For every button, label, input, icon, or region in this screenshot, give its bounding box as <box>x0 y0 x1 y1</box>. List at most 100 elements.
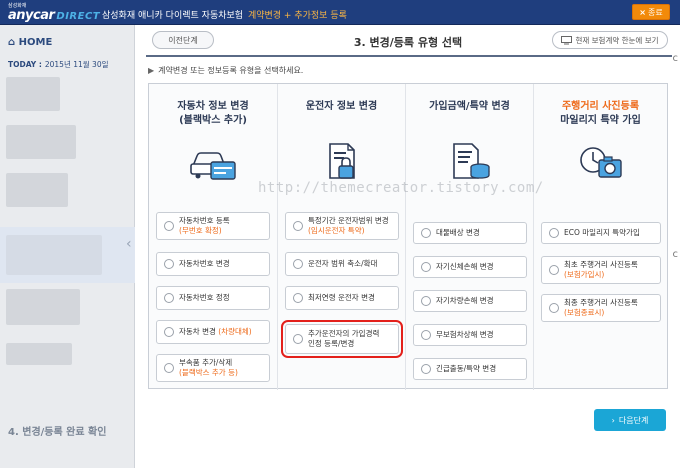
column-title-line1: 운전자 정보 변경 <box>305 101 378 112</box>
blurred-info-block <box>6 77 60 111</box>
next-step-button[interactable]: › 다음단계 <box>594 409 666 431</box>
radio-button[interactable] <box>293 334 303 344</box>
option-label: ECO 마일리지 특약가입 <box>564 228 640 237</box>
edge-nav-icon[interactable]: c <box>673 53 679 64</box>
brand-name: 삼성화재 애니카 다이렉트 자동차보험 <box>102 11 244 21</box>
watermark-text: http://themecreator.tistory.com/ <box>258 180 544 196</box>
radio-button[interactable] <box>293 221 303 231</box>
radio-button[interactable] <box>421 330 431 340</box>
compare-label: 현재 보험계약 한눈에 보기 <box>575 35 659 45</box>
radio-button[interactable] <box>549 228 559 238</box>
option-label: 긴급출동/특약 변경 <box>436 364 497 373</box>
close-icon: × <box>639 7 646 17</box>
option-property-damage[interactable]: 대물배상 변경 <box>413 222 527 244</box>
option-final-mileage-photo[interactable]: 최종 주행거리 사진등록 (보험종료시) <box>541 294 661 322</box>
option-sublabel: (무번호 확정) <box>179 226 222 235</box>
close-label: 종료 <box>647 7 663 17</box>
close-button[interactable]: × 종료 <box>632 4 670 20</box>
option-emergency-dispatch[interactable]: 긴급출동/특약 변경 <box>413 358 527 380</box>
option-vehicle-change[interactable]: 자동차 변경 (차량대체) <box>156 320 270 344</box>
title-divider <box>146 55 672 57</box>
option-additional-driver-career[interactable]: 추가운전자의 가입경력 인정 등록/변경 <box>281 320 403 358</box>
option-label-line2: 인정 등록/변경 <box>308 339 355 348</box>
column-mileage: 주행거리 사진등록마일리지 특약 가입 ECO 마일리지 특약가입 최초 주행거… <box>533 84 667 390</box>
radio-button[interactable] <box>164 259 174 269</box>
radio-button[interactable] <box>164 327 174 337</box>
radio-button[interactable] <box>421 364 431 374</box>
option-label: 자기신체손해 변경 <box>436 262 494 271</box>
radio-button[interactable] <box>293 259 303 269</box>
anycar-logo-text: anycar <box>8 8 55 23</box>
column-title-line1: 자동차 정보 변경 <box>177 101 249 112</box>
column-title-line2: (블랙박스 추가) <box>179 115 247 126</box>
radio-button[interactable] <box>293 293 303 303</box>
main-content: 이전단계 3. 변경/등록 유형 선택 현재 보험계약 한눈에 보기 ▶ 계약변경… <box>136 25 680 468</box>
option-eco-mileage[interactable]: ECO 마일리지 특약가입 <box>541 222 661 244</box>
option-sublabel: (보험종료시) <box>564 308 605 317</box>
column-coverage: 가입금액/특약 변경 대물배상 변경 자기신체손해 변경 자기차량손해 변경 무… <box>405 84 533 390</box>
option-uninsured-motorist[interactable]: 무보험차상해 변경 <box>413 324 527 346</box>
option-label: 대물배상 변경 <box>436 228 480 237</box>
option-label: 무보험차상해 변경 <box>436 330 494 339</box>
option-driver-range[interactable]: 운전자 범위 축소/확대 <box>285 252 399 276</box>
column-title: 자동차 정보 변경 (블랙박스 추가) <box>149 100 277 128</box>
blurred-info-block <box>6 343 72 365</box>
today-value: 2015년 11월 30일 <box>44 60 109 69</box>
radio-button[interactable] <box>421 262 431 272</box>
option-label: 부속품 추가/삭제 <box>179 358 233 367</box>
option-first-mileage-photo[interactable]: 최초 주행거리 사진등록 (보험가입시) <box>541 256 661 284</box>
column-title-line2: 마일리지 특약 가입 <box>560 115 641 126</box>
top-header: 삼성화재 anycar DIRECT 삼성화재 애니카 다이렉트 자동차보험 계약… <box>0 0 680 25</box>
home-link[interactable]: ⌂ HOME <box>8 37 52 48</box>
option-label: 자동차번호 변경 <box>179 259 230 268</box>
option-vehicle-number-change[interactable]: 자동차번호 변경 <box>156 252 270 276</box>
brand-title: 삼성화재 애니카 다이렉트 자동차보험 계약변경 + 추가정보 등록 <box>102 8 347 21</box>
edge-nav-icon[interactable]: c <box>673 249 679 260</box>
column-title: 가입금액/특약 변경 <box>406 100 533 114</box>
anycar-logo: anycar DIRECT <box>8 8 100 23</box>
column-title-line1: 주행거리 사진등록 <box>561 101 640 112</box>
option-vehicle-number-correct[interactable]: 자동차번호 정정 <box>156 286 270 310</box>
option-min-age-driver[interactable]: 최저연령 운전자 변경 <box>285 286 399 310</box>
home-icon: ⌂ <box>8 37 16 48</box>
radio-button[interactable] <box>549 265 559 275</box>
blurred-info-block <box>6 289 80 325</box>
brand-subtitle: 계약변경 + 추가정보 등록 <box>247 11 347 21</box>
radio-button[interactable] <box>549 303 559 313</box>
column-driver: 운전자 정보 변경 특정기간 운전자범위 변경 (임시운전자 특약) 운전자 범위… <box>277 84 405 390</box>
radio-button[interactable] <box>164 221 174 231</box>
sidebar-step-4: 4. 변경/등록 완료 확인 <box>8 427 107 438</box>
option-vehicle-number-register[interactable]: 자동차번호 등록 (무번호 확정) <box>156 212 270 240</box>
today-label: TODAY : <box>8 60 42 69</box>
chevron-right-icon: › <box>611 415 615 425</box>
instruction-text: 계약변경 또는 정보등록 유형을 선택하세요. <box>158 66 304 75</box>
radio-button[interactable] <box>421 228 431 238</box>
option-sublabel: (블랙박스 추가 등) <box>179 368 238 377</box>
blurred-info-block <box>6 125 76 159</box>
compare-contract-button[interactable]: 현재 보험계약 한눈에 보기 <box>552 31 668 49</box>
option-sublabel: (보험가입시) <box>564 270 605 279</box>
option-label: 자동차 변경 <box>179 327 216 336</box>
column-title: 주행거리 사진등록마일리지 특약 가입 <box>534 100 667 128</box>
next-label: 다음단계 <box>618 415 649 425</box>
option-accessory-change[interactable]: 부속품 추가/삭제 (블랙박스 추가 등) <box>156 354 270 382</box>
option-personal-injury[interactable]: 자기신체손해 변경 <box>413 256 527 278</box>
monitor-icon <box>561 35 573 44</box>
instruction: ▶ 계약변경 또는 정보등록 유형을 선택하세요. <box>148 65 303 76</box>
radio-button[interactable] <box>164 293 174 303</box>
direct-logo-text: DIRECT <box>56 11 101 22</box>
today-date: TODAY :2015년 11월 30일 <box>8 59 109 70</box>
radio-button[interactable] <box>421 296 431 306</box>
radio-button[interactable] <box>164 363 174 373</box>
column-vehicle: 자동차 정보 변경 (블랙박스 추가) 자동차번호 등록 (무번호 확정) 자동차번… <box>149 84 277 390</box>
chevron-left-icon: ‹ <box>126 236 132 252</box>
option-label: 최저연령 운전자 변경 <box>308 293 375 302</box>
option-own-vehicle-damage[interactable]: 자기차량손해 변경 <box>413 290 527 312</box>
column-title: 운전자 정보 변경 <box>278 100 405 114</box>
camera-clock-icon <box>579 147 622 178</box>
column-title-line1: 가입금액/특약 변경 <box>429 101 510 112</box>
option-sublabel: (차량대체) <box>218 327 252 336</box>
option-period-driver-change[interactable]: 특정기간 운전자범위 변경 (임시운전자 특약) <box>285 212 399 240</box>
option-label: 자동차번호 정정 <box>179 293 230 302</box>
option-label: 자동차번호 등록 <box>179 216 230 225</box>
